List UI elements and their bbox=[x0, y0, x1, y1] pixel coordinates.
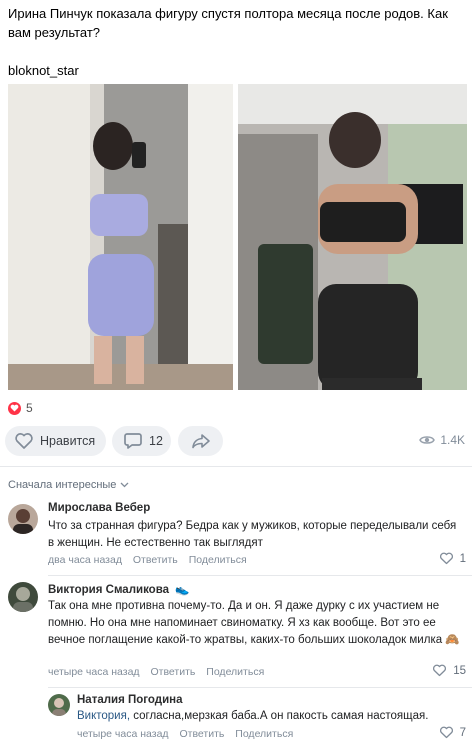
divider bbox=[48, 687, 472, 688]
comment-icon bbox=[123, 432, 143, 450]
photo-right[interactable] bbox=[238, 84, 467, 390]
comments-count: 12 bbox=[149, 434, 163, 448]
reactions-summary[interactable]: 5 bbox=[8, 400, 33, 416]
eye-icon bbox=[419, 434, 436, 446]
share-link[interactable]: Поделиться bbox=[206, 666, 264, 678]
share-button[interactable] bbox=[178, 426, 223, 456]
heart-icon bbox=[8, 401, 21, 415]
comment-time[interactable]: четыре часа назад bbox=[77, 728, 169, 740]
comment-meta: четыре часа назад Ответить Поделиться bbox=[48, 666, 272, 678]
comment-author[interactable]: Виктория Смаликова 👟 bbox=[48, 582, 190, 596]
avatar[interactable] bbox=[8, 582, 38, 612]
divider bbox=[0, 466, 472, 467]
comment-text: Так она мне противна почему-то. Да и он.… bbox=[48, 600, 460, 646]
comments-sort-dropdown[interactable]: Сначала интересные bbox=[8, 479, 129, 491]
comment: Виктория Смаликова 👟 Так она мне противн… bbox=[0, 578, 472, 688]
comments-button[interactable]: 12 bbox=[112, 426, 171, 456]
sneaker-icon: 👟 bbox=[175, 584, 190, 596]
comment-like-button[interactable]: 15 bbox=[432, 664, 466, 677]
share-icon bbox=[191, 433, 211, 449]
comment-like-count: 1 bbox=[459, 552, 466, 565]
chevron-down-icon bbox=[120, 482, 129, 488]
comment-like-count: 7 bbox=[459, 726, 466, 739]
avatar[interactable] bbox=[8, 504, 38, 534]
comment-like-count: 15 bbox=[453, 664, 466, 677]
comment-author-name: Виктория Смаликова bbox=[48, 584, 170, 596]
reactions-count: 5 bbox=[26, 401, 33, 415]
like-label: Нравится bbox=[40, 434, 96, 448]
comment-author[interactable]: Наталия Погодина bbox=[77, 694, 183, 706]
comment-meta: два часа назад Ответить Поделиться bbox=[48, 554, 255, 566]
avatar[interactable] bbox=[48, 694, 70, 716]
share-link[interactable]: Поделиться bbox=[189, 554, 247, 566]
reply-button[interactable]: Ответить bbox=[179, 728, 224, 740]
comments-sort-label: Сначала интересные bbox=[8, 479, 117, 491]
comment-time[interactable]: два часа назад bbox=[48, 554, 122, 566]
comment-text: Виктория, согласна,мерзкая баба.А он пак… bbox=[77, 708, 467, 725]
post-text-line: Ирина Пинчук показала фигуру спустя полт… bbox=[8, 6, 448, 40]
reply-mention[interactable]: Виктория, bbox=[77, 710, 130, 722]
like-button[interactable]: Нравится bbox=[5, 426, 106, 456]
reply-button[interactable]: Ответить bbox=[150, 666, 195, 678]
comment-time[interactable]: четыре часа назад bbox=[48, 666, 140, 678]
heart-outline-icon bbox=[439, 726, 453, 739]
views-count: 1.4K bbox=[440, 433, 465, 447]
comment-like-button[interactable]: 7 bbox=[439, 726, 466, 739]
reply-text: согласна,мерзкая баба.А он пакость самая… bbox=[130, 710, 429, 722]
post-text: Ирина Пинчук показала фигуру спустя полт… bbox=[8, 4, 464, 80]
heart-outline-icon bbox=[439, 552, 453, 565]
post-photos bbox=[8, 84, 467, 390]
post-actions: Нравится 12 1.4K bbox=[5, 426, 469, 456]
photo-left[interactable] bbox=[8, 84, 233, 390]
comment-text: Что за странная фигура? Бедра как у мужи… bbox=[48, 520, 457, 549]
comment-reply: Наталия Погодина Виктория, согласна,мерз… bbox=[0, 690, 472, 743]
divider bbox=[48, 575, 472, 576]
comment-author[interactable]: Мирослава Вебер bbox=[48, 502, 150, 514]
comment: Мирослава Вебер Что за странная фигура? … bbox=[0, 498, 472, 576]
heart-outline-icon bbox=[433, 664, 447, 677]
comment-like-button[interactable]: 1 bbox=[439, 552, 466, 565]
post-source: bloknot_star bbox=[8, 63, 79, 78]
comment-meta: четыре часа назад Ответить Поделиться bbox=[77, 728, 301, 740]
reply-button[interactable]: Ответить bbox=[133, 554, 178, 566]
share-link[interactable]: Поделиться bbox=[235, 728, 293, 740]
views-counter: 1.4K bbox=[419, 433, 465, 447]
heart-outline-icon bbox=[14, 432, 34, 450]
